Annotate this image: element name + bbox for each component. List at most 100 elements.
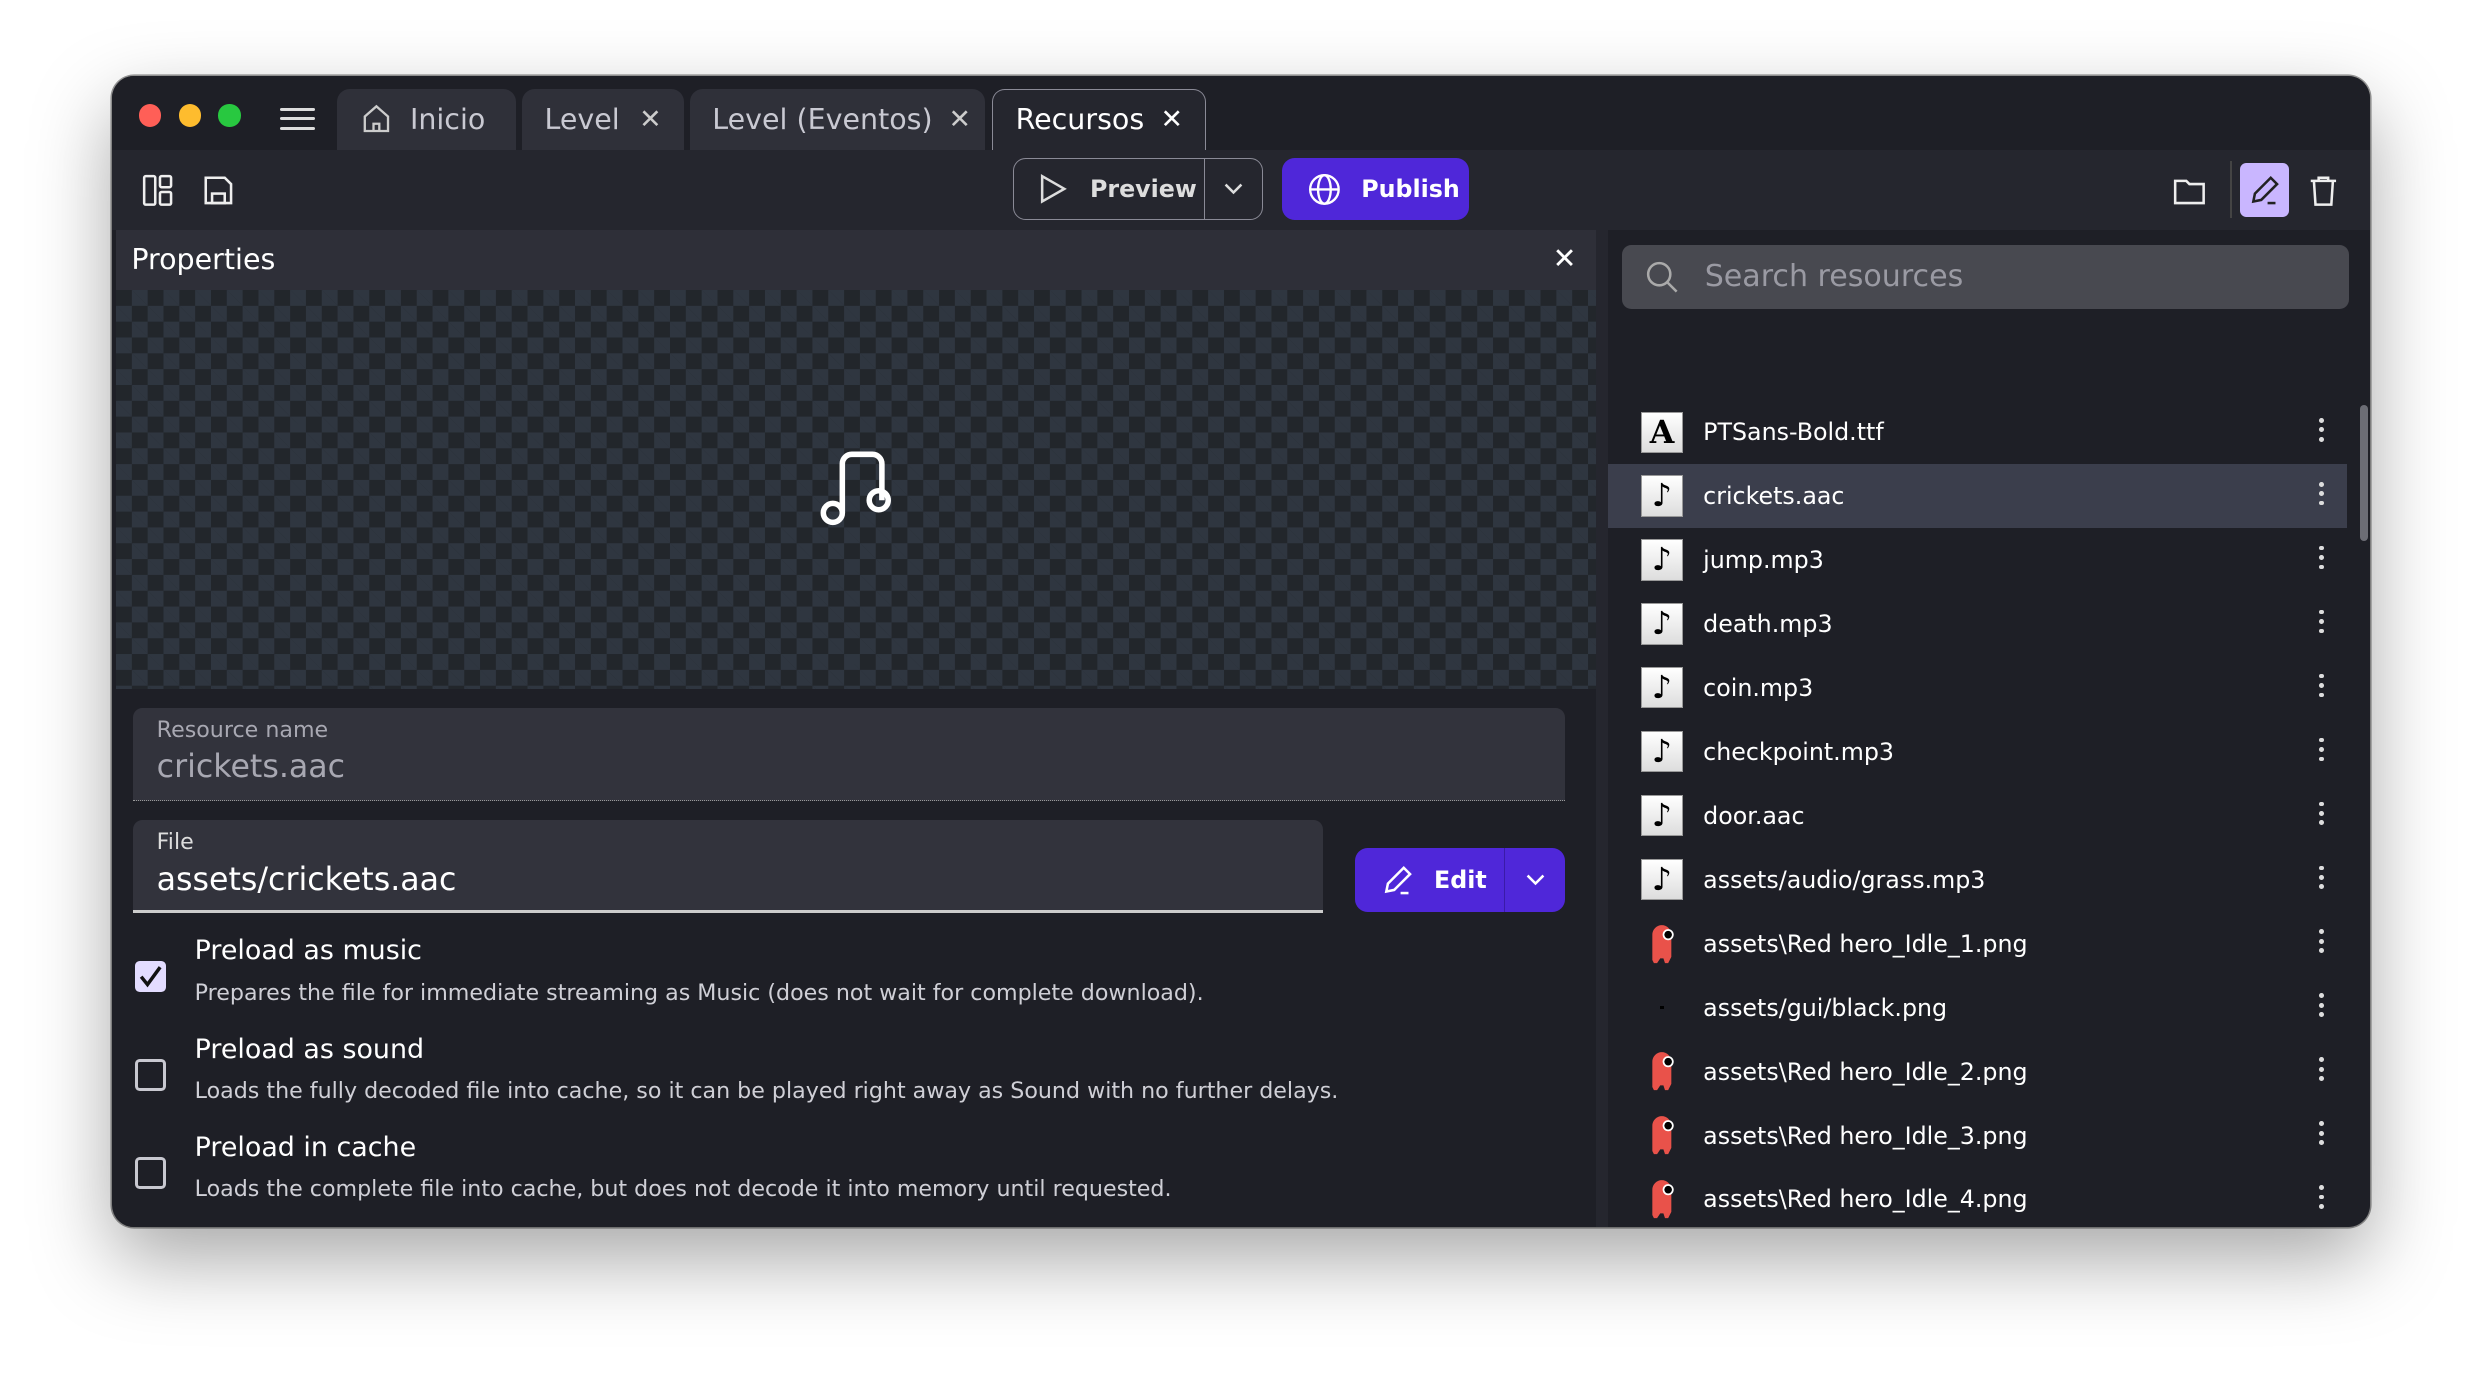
resource-name: checkpoint.mp3: [1703, 737, 1895, 766]
more-options-icon[interactable]: [2318, 865, 2325, 894]
preview-label: Preview: [1089, 175, 1197, 204]
resource-item[interactable]: ♪ checkpoint.mp3: [1608, 720, 2347, 783]
save-icon[interactable]: [199, 171, 237, 209]
more-options-icon[interactable]: [2318, 609, 2325, 638]
close-tab-icon[interactable]: ✕: [639, 104, 662, 135]
trash-icon[interactable]: [2305, 171, 2343, 209]
properties-title: Properties: [131, 243, 276, 277]
more-options-icon[interactable]: [2318, 929, 2325, 957]
more-options-icon[interactable]: [2318, 737, 2325, 766]
more-options-icon[interactable]: [2318, 673, 2325, 702]
red-hero-icon: [1652, 1180, 1674, 1219]
file-field[interactable]: File assets/crickets.aac: [132, 819, 1324, 914]
more-options-icon[interactable]: [2318, 481, 2325, 510]
resource-name-field[interactable]: Resource name crickets.aac: [132, 707, 1566, 801]
folder-icon[interactable]: [2170, 171, 2208, 209]
music-note-icon: [820, 451, 891, 526]
layout-icon[interactable]: [139, 171, 177, 209]
resource-name-value: crickets.aac: [156, 749, 346, 786]
search-icon: [1646, 261, 1678, 293]
resource-name: assets/gui/black.png: [1703, 993, 1948, 1022]
more-options-icon[interactable]: [2318, 801, 2325, 830]
resource-item[interactable]: A PTSans-Bold.ttf: [1608, 400, 2347, 463]
resource-item[interactable]: ♪ coin.mp3: [1608, 656, 2347, 719]
publish-button[interactable]: Publish: [1282, 158, 1469, 220]
resource-name: assets/audio/grass.mp3: [1703, 865, 1986, 894]
menu-icon[interactable]: [280, 107, 315, 130]
scrollbar[interactable]: [2360, 405, 2368, 542]
app-window: Inicio Level ✕ Level (Eventos) ✕ Recursos ✕…: [112, 75, 2370, 1227]
preload-sound-checkbox[interactable]: [134, 1058, 167, 1091]
title-bar: Inicio Level ✕ Level (Eventos) ✕ Recursos ✕: [112, 75, 2370, 151]
panel-splitter[interactable]: [1595, 229, 1609, 1227]
tab-level-eventos[interactable]: Level (Eventos) ✕: [690, 88, 985, 151]
close-tab-icon[interactable]: ✕: [1160, 104, 1183, 135]
properties-header: Properties ✕: [115, 229, 1596, 290]
red-hero-icon: [1652, 1116, 1674, 1155]
chevron-down-icon: [1224, 183, 1243, 195]
resource-item[interactable]: assets\Red hero_Idle_3.png: [1608, 1104, 2347, 1167]
close-tab-icon[interactable]: ✕: [948, 104, 971, 135]
edit-button[interactable]: Edit: [1355, 848, 1504, 911]
tab-level[interactable]: Level ✕: [522, 88, 684, 151]
tab-label: Level: [544, 102, 620, 136]
resource-item[interactable]: ♪ jump.mp3: [1608, 528, 2347, 591]
close-window-button[interactable]: [139, 104, 162, 127]
preload-music-checkbox[interactable]: [134, 960, 167, 993]
maximize-window-button[interactable]: [218, 104, 241, 127]
file-label: File: [156, 829, 194, 856]
tab-label: Recursos: [1015, 103, 1145, 137]
resource-item[interactable]: assets/gui/black.png: [1608, 976, 2347, 1039]
resource-name: assets\Red hero_Idle_3.png: [1703, 1121, 2028, 1150]
audio-thumbnail-icon: ♪: [1641, 667, 1683, 709]
audio-thumbnail-icon: ♪: [1641, 795, 1683, 837]
edit-label: Edit: [1434, 866, 1487, 895]
resource-item[interactable]: ♪ door.aac: [1608, 784, 2347, 847]
toolbar-divider: [2230, 161, 2232, 219]
edit-dropdown-button[interactable]: [1504, 848, 1565, 912]
resource-name: assets\Red hero_Idle_4.png: [1703, 1185, 2028, 1214]
resource-name: coin.mp3: [1703, 673, 1814, 702]
edit-button-group: Edit: [1354, 848, 1566, 912]
more-options-icon[interactable]: [2318, 1057, 2325, 1085]
audio-thumbnail-icon: ♪: [1641, 859, 1683, 901]
preview-dropdown-button[interactable]: [1204, 159, 1262, 219]
resource-item[interactable]: ♪ death.mp3: [1608, 592, 2347, 655]
resource-name: crickets.aac: [1703, 482, 1845, 511]
tab-label: Level (Eventos): [712, 102, 933, 136]
more-options-icon[interactable]: [2318, 417, 2325, 446]
resource-name: PTSans-Bold.ttf: [1703, 418, 1884, 447]
resource-name-label: Resource name: [156, 717, 329, 744]
edit-toggle-icon[interactable]: [2239, 163, 2289, 217]
resource-name: jump.mp3: [1703, 546, 1824, 574]
preload-cache-checkbox[interactable]: [134, 1157, 167, 1189]
tab-inicio[interactable]: Inicio: [337, 88, 516, 151]
publish-label: Publish: [1361, 175, 1460, 204]
more-options-icon[interactable]: [2318, 545, 2325, 574]
black-image-icon: [1660, 1006, 1664, 1010]
search-placeholder: Search resources: [1704, 259, 1964, 295]
audio-thumbnail-icon: ♪: [1641, 603, 1683, 645]
minimize-window-button[interactable]: [178, 104, 201, 127]
option-description: Loads the fully decoded file into cache,…: [194, 1077, 1339, 1104]
more-options-icon[interactable]: [2318, 1185, 2325, 1213]
tab-label: Inicio: [409, 102, 486, 136]
resource-item[interactable]: assets\Red hero_Idle_4.png: [1608, 1168, 2347, 1227]
more-options-icon[interactable]: [2318, 1121, 2325, 1149]
file-value: assets/crickets.aac: [156, 861, 457, 898]
pencil-icon: [1384, 865, 1413, 894]
resource-item[interactable]: assets\Red hero_Idle_1.png: [1608, 912, 2347, 975]
resource-item[interactable]: ♪ crickets.aac: [1608, 464, 2348, 528]
option-title: Preload as music: [194, 935, 422, 967]
search-resources-input[interactable]: Search resources: [1622, 245, 2349, 309]
chevron-down-icon: [1526, 874, 1545, 886]
resource-name: assets\Red hero_Idle_2.png: [1703, 1057, 2028, 1086]
resource-item[interactable]: ♪ assets/audio/grass.mp3: [1608, 848, 2347, 911]
preview-button[interactable]: Preview: [1014, 159, 1204, 219]
option-description: Prepares the file for immediate streamin…: [194, 979, 1204, 1006]
resource-item[interactable]: assets\Red hero_Idle_2.png: [1608, 1040, 2347, 1103]
audio-thumbnail-icon: ♪: [1641, 539, 1683, 581]
close-panel-icon[interactable]: ✕: [1553, 242, 1577, 275]
tab-recursos[interactable]: Recursos ✕: [992, 88, 1207, 151]
more-options-icon[interactable]: [2318, 993, 2325, 1021]
